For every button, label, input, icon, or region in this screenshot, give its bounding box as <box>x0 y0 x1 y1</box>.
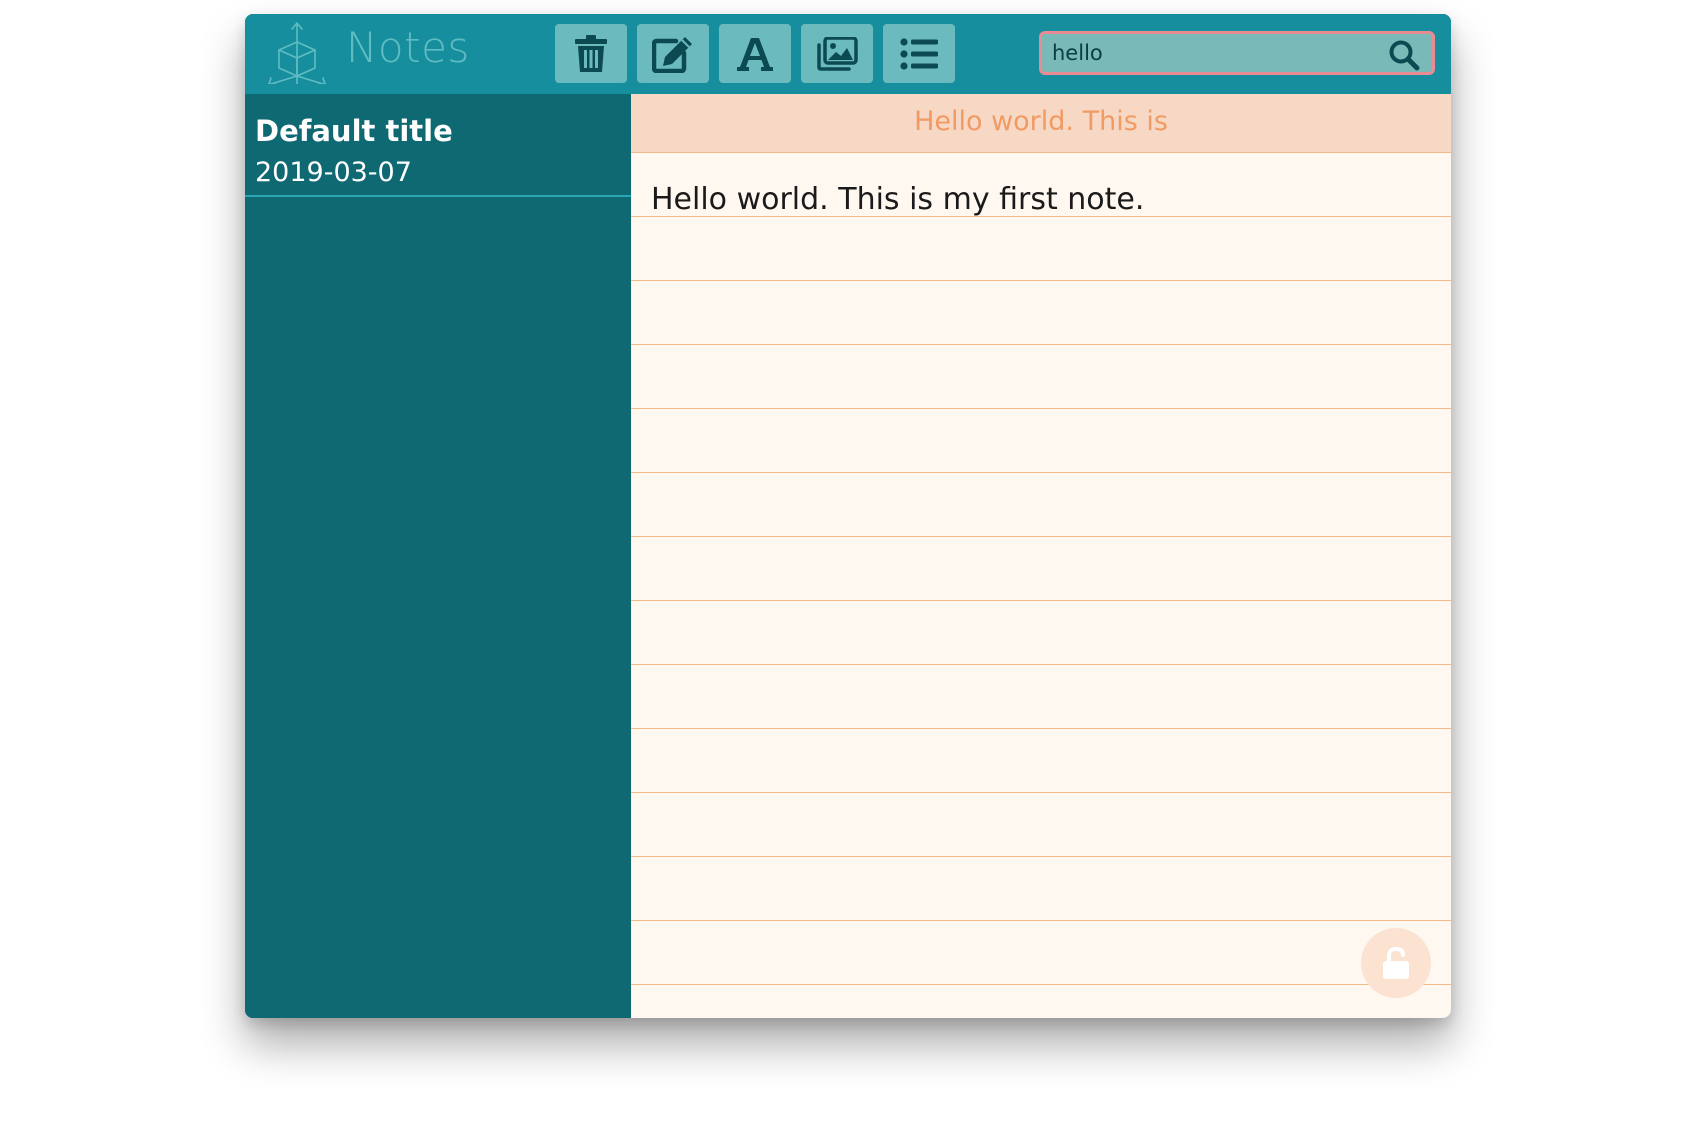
trash-icon <box>575 34 607 72</box>
images-icon <box>817 36 858 71</box>
unlock-icon <box>1383 946 1409 979</box>
note-item-title: Default title <box>255 114 453 148</box>
app-title: Notes <box>346 23 470 72</box>
note-list-item[interactable]: Default title 2019-03-07 <box>245 94 631 197</box>
delete-note-button[interactable] <box>555 24 627 83</box>
note-item-date: 2019-03-07 <box>255 157 412 188</box>
list-icon <box>900 37 938 70</box>
cube-logo-icon <box>265 18 329 85</box>
notes-window: Notes hello Default title 2019-03-07 Hel… <box>245 14 1451 1018</box>
pencil-square-icon <box>652 36 692 73</box>
note-editor[interactable]: Hello world. This is Hello world. This i… <box>631 94 1451 1018</box>
notes-sidebar: Default title 2019-03-07 <box>245 94 631 1018</box>
list-button[interactable] <box>883 24 955 83</box>
font-button[interactable] <box>719 24 791 83</box>
note-preview-header: Hello world. This is <box>631 94 1451 153</box>
font-icon <box>737 37 773 71</box>
note-preview-text: Hello world. This is <box>914 106 1168 137</box>
lock-toggle-button[interactable] <box>1361 928 1431 998</box>
insert-image-button[interactable] <box>801 24 873 83</box>
search-input[interactable] <box>1052 39 1382 67</box>
search-box <box>1039 31 1435 75</box>
search-icon[interactable] <box>1388 39 1420 71</box>
note-content[interactable]: Hello world. This is my first note. <box>651 182 1144 217</box>
edit-note-button[interactable] <box>637 24 709 83</box>
app-header: Notes <box>245 14 1451 94</box>
